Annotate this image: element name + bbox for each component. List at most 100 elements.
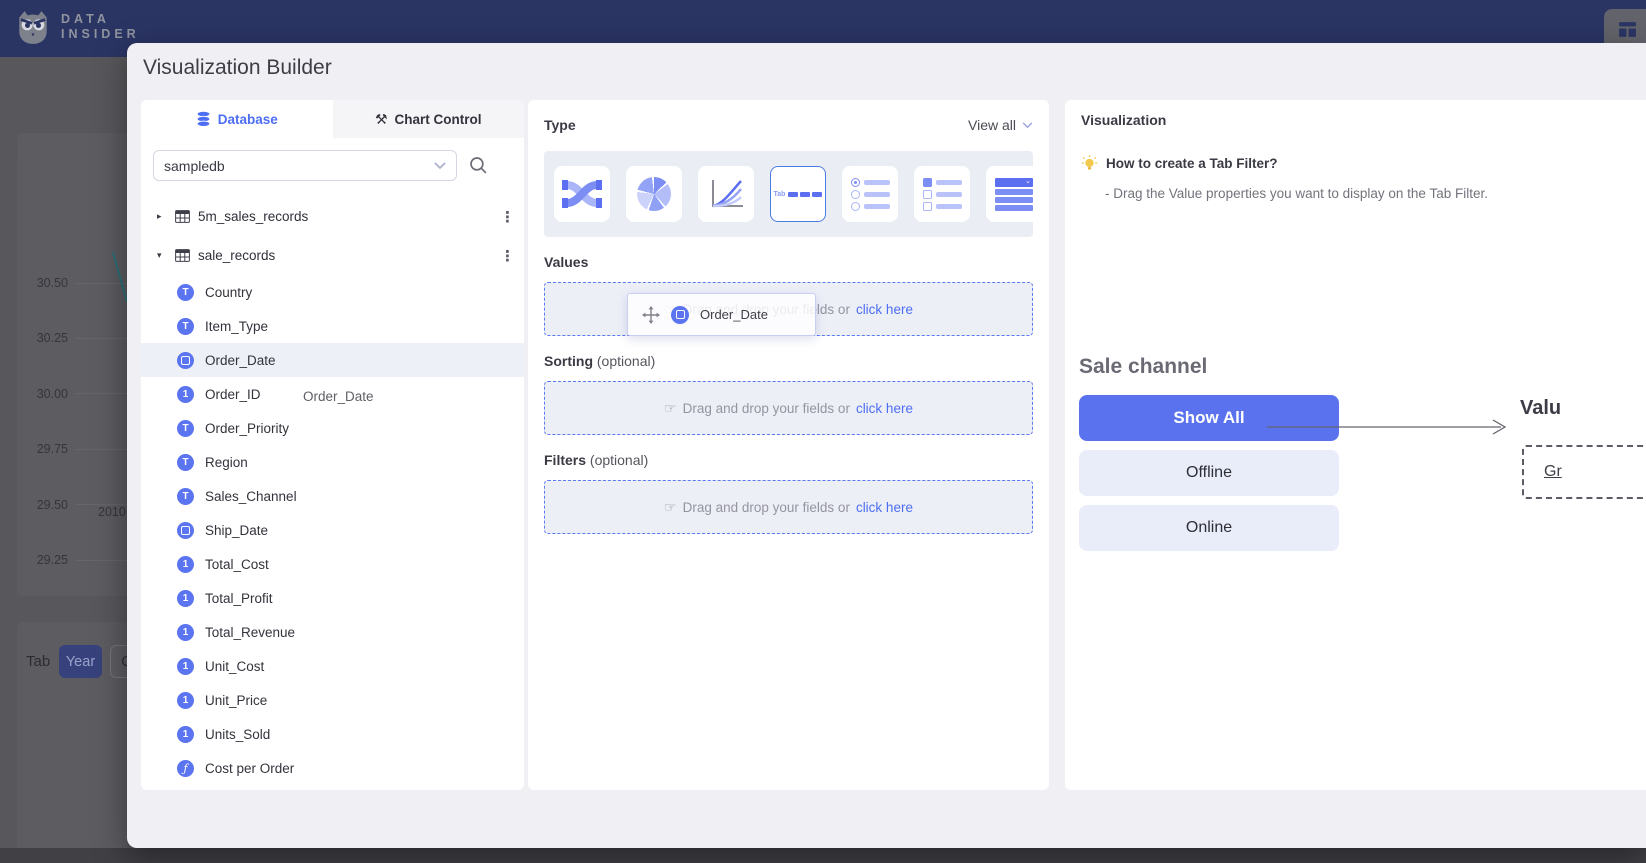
tab-database[interactable]: Database [141, 100, 333, 138]
field-type-icon: 1 [177, 590, 194, 607]
table-icon [175, 249, 190, 262]
tree-table-5m-sales-records[interactable]: ▸ 5m_sales_records ⋮ [141, 197, 524, 236]
type-sankey-icon[interactable] [554, 166, 610, 222]
annotation-value-label: Valu [1520, 397, 1561, 420]
caret-down-icon[interactable]: ▾ [157, 250, 167, 261]
field-type-icon: T [177, 488, 194, 505]
field-name: Order_Priority [205, 421, 289, 436]
table-icon [175, 210, 190, 223]
field-row[interactable]: 1 Total_Profit [141, 581, 524, 615]
date-field-icon [177, 352, 194, 369]
chart-y-tick: 29.25 [0, 553, 127, 567]
sorting-dropzone[interactable]: ☞ Drag and drop your fields or click her… [544, 381, 1033, 435]
values-dropzone[interactable]: ☞ Drag and drop your fields or click her… [544, 282, 1033, 336]
database-select[interactable]: sampledb [153, 150, 457, 181]
filters-click-here-link[interactable]: click here [856, 500, 913, 515]
field-row[interactable]: T Sales_Channel [141, 479, 524, 513]
field-name: Units_Sold [205, 727, 270, 742]
field-name: Sales_Channel [205, 489, 297, 504]
kebab-menu-icon[interactable]: ⋮ [500, 247, 510, 265]
field-row[interactable]: 1 Total_Cost [141, 547, 524, 581]
sorting-label: Sorting (optional) [544, 353, 1033, 369]
field-row[interactable]: 1 Unit_Cost [141, 649, 524, 683]
search-icon[interactable] [469, 156, 488, 175]
field-type-icon: 1 [177, 658, 194, 675]
field-type-icon: T [177, 284, 194, 301]
field-type-icon: 1 [177, 386, 194, 403]
tools-icon: ⚒ [375, 111, 388, 128]
brand-line1: DATA [61, 12, 140, 27]
chevron-down-icon [1022, 122, 1033, 129]
field-row[interactable]: ƒ Cost per Order [141, 751, 524, 785]
field-list: T Country T Item_Type Order_Date 1 Order… [141, 275, 524, 785]
dashboard-grid-icon [1618, 20, 1637, 39]
type-dropdown-icon[interactable]: ⌄ [986, 166, 1042, 222]
database-icon [196, 111, 211, 127]
view-all-button[interactable]: View all [968, 117, 1033, 133]
chart-x-tick: 2010 [98, 505, 126, 519]
field-name: Total_Profit [205, 591, 273, 606]
owl-logo-icon [14, 8, 52, 46]
brand-logo: DATA INSIDER [14, 8, 140, 46]
chart-config-panel: Type View all [528, 100, 1049, 790]
tip-body: - Drag the Value properties you want to … [1105, 186, 1646, 201]
type-tab-filter-icon[interactable]: Tab [770, 166, 826, 222]
type-radio-list-icon[interactable] [842, 166, 898, 222]
filters-dropzone[interactable]: ☞ Drag and drop your fields or click her… [544, 480, 1033, 534]
date-field-icon [671, 306, 689, 324]
field-name: Order_Date [205, 353, 276, 368]
tree-table-sale-records[interactable]: ▾ sale_records ⋮ [141, 236, 524, 275]
annotation-group-label[interactable]: Gr [1544, 463, 1562, 481]
filter-year-button[interactable]: Year [59, 645, 102, 678]
type-pie-icon[interactable] [626, 166, 682, 222]
field-name: Unit_Price [205, 693, 267, 708]
values-label: Values [544, 254, 1033, 270]
tab-chart-control[interactable]: ⚒ Chart Control [333, 100, 525, 138]
field-row[interactable]: Order_Date [141, 343, 524, 377]
caret-right-icon[interactable]: ▸ [157, 211, 167, 222]
modal-title: Visualization Builder [143, 56, 332, 80]
tab-filter-preview: Sale channel Show AllOfflineOnline [1079, 355, 1339, 551]
chart-type-strip: Tab [544, 151, 1033, 237]
field-type-icon: T [177, 454, 194, 471]
annotation-group-box: Gr [1522, 445, 1646, 499]
field-type-icon: T [177, 318, 194, 335]
field-row[interactable]: 1 Unit_Price [141, 683, 524, 717]
dragging-field-chip[interactable]: Order_Date [627, 293, 816, 336]
field-row[interactable]: T Region [141, 445, 524, 479]
field-type-icon: 1 [177, 556, 194, 573]
chart-line-teal [0, 130, 127, 550]
field-name: Total_Cost [205, 557, 269, 572]
field-row[interactable]: T Order_Priority [141, 411, 524, 445]
type-line-icon[interactable] [698, 166, 754, 222]
kebab-menu-icon[interactable]: ⋮ [500, 208, 510, 226]
background-bottom-strip [0, 848, 1646, 863]
field-name: Region [205, 455, 248, 470]
field-name: Order_ID [205, 387, 261, 402]
sale-option-offline[interactable]: Offline [1079, 450, 1339, 496]
field-name: Item_Type [205, 319, 268, 334]
field-row[interactable]: 1 Units_Sold [141, 717, 524, 751]
field-row[interactable]: Ship_Date [141, 513, 524, 547]
field-name: Country [205, 285, 252, 300]
brand-line2: INSIDER [61, 27, 140, 42]
field-name: Total_Revenue [205, 625, 295, 640]
date-field-icon [177, 522, 194, 539]
sorting-click-here-link[interactable]: click here [856, 401, 913, 416]
type-section-title: Type [544, 117, 576, 133]
chevron-down-icon [434, 162, 446, 170]
lightbulb-icon [1081, 155, 1098, 172]
filter-bar-label: Tab [26, 653, 50, 670]
field-row[interactable]: T Item_Type [141, 309, 524, 343]
visualization-builder-modal: Visualization Builder Database ⚒ Chart C… [127, 43, 1646, 848]
field-type-icon: T [177, 420, 194, 437]
field-row[interactable]: T Country [141, 275, 524, 309]
sale-option-online[interactable]: Online [1079, 505, 1339, 551]
type-checkbox-list-icon[interactable] [914, 166, 970, 222]
visualization-title: Visualization [1081, 112, 1646, 128]
field-type-icon: 1 [177, 624, 194, 641]
field-row[interactable]: 1 Total_Revenue [141, 615, 524, 649]
field-name: Cost per Order [205, 761, 294, 776]
values-click-here-link[interactable]: click here [856, 302, 913, 317]
chip-label: Order_Date [700, 307, 768, 322]
